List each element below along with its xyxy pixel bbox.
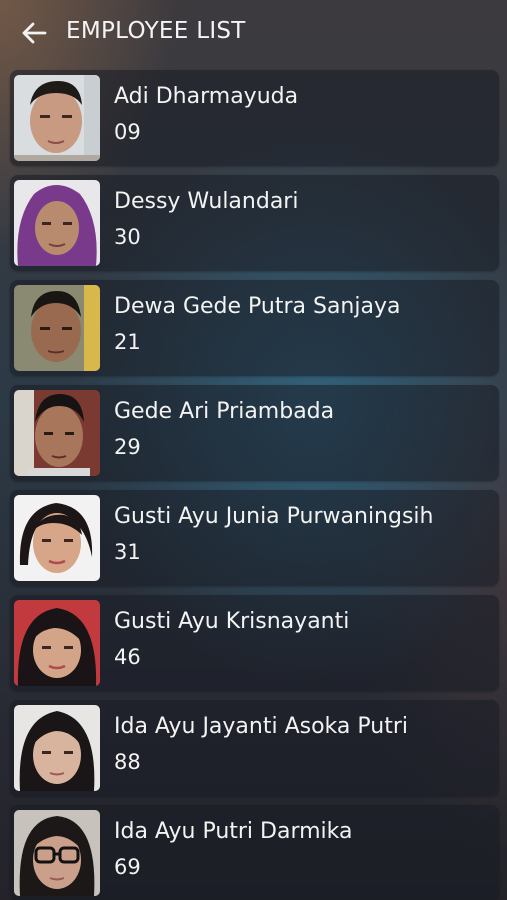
employee-row[interactable]: Ida Ayu Putri Darmika 69 (10, 805, 499, 900)
employee-row[interactable]: Ida Ayu Jayanti Asoka Putri 88 (10, 700, 499, 796)
employee-name: Gusti Ayu Junia Purwaningsih (114, 504, 434, 529)
employee-photo (14, 495, 100, 581)
employee-number: 21 (114, 330, 141, 354)
employee-row[interactable]: Gusti Ayu Junia Purwaningsih 31 (10, 490, 499, 586)
app-header: EMPLOYEE LIST (0, 0, 507, 66)
page-title: EMPLOYEE LIST (66, 18, 246, 44)
employee-name: Gede Ari Priambada (114, 399, 335, 424)
employee-number: 46 (114, 645, 141, 669)
employee-name: Adi Dharmayuda (114, 84, 299, 109)
employee-row[interactable]: Dessy Wulandari 30 (10, 175, 499, 271)
employee-number: 31 (114, 540, 141, 564)
back-button[interactable] (20, 20, 48, 46)
employee-photo (14, 180, 100, 266)
employee-number: 09 (114, 120, 141, 144)
employee-photo (14, 810, 100, 896)
employee-photo (14, 705, 100, 791)
employee-photo (14, 285, 100, 371)
employee-name: Dewa Gede Putra Sanjaya (114, 294, 401, 319)
arrow-left-icon (22, 22, 47, 44)
employee-row[interactable]: Gede Ari Priambada 29 (10, 385, 499, 481)
employee-name: Dessy Wulandari (114, 189, 299, 214)
employee-photo (14, 75, 100, 161)
employee-list: Adi Dharmayuda 09 Dessy Wulandari 30 Dew… (10, 70, 499, 900)
employee-number: 69 (114, 855, 141, 879)
employee-number: 29 (114, 435, 141, 459)
employee-row[interactable]: Adi Dharmayuda 09 (10, 70, 499, 166)
employee-row[interactable]: Gusti Ayu Krisnayanti 46 (10, 595, 499, 691)
employee-name: Ida Ayu Putri Darmika (114, 819, 353, 844)
employee-number: 30 (114, 225, 141, 249)
employee-name: Gusti Ayu Krisnayanti (114, 609, 350, 634)
employee-photo (14, 390, 100, 476)
employee-name: Ida Ayu Jayanti Asoka Putri (114, 714, 408, 739)
employee-row[interactable]: Dewa Gede Putra Sanjaya 21 (10, 280, 499, 376)
employee-photo (14, 600, 100, 686)
employee-number: 88 (114, 750, 141, 774)
